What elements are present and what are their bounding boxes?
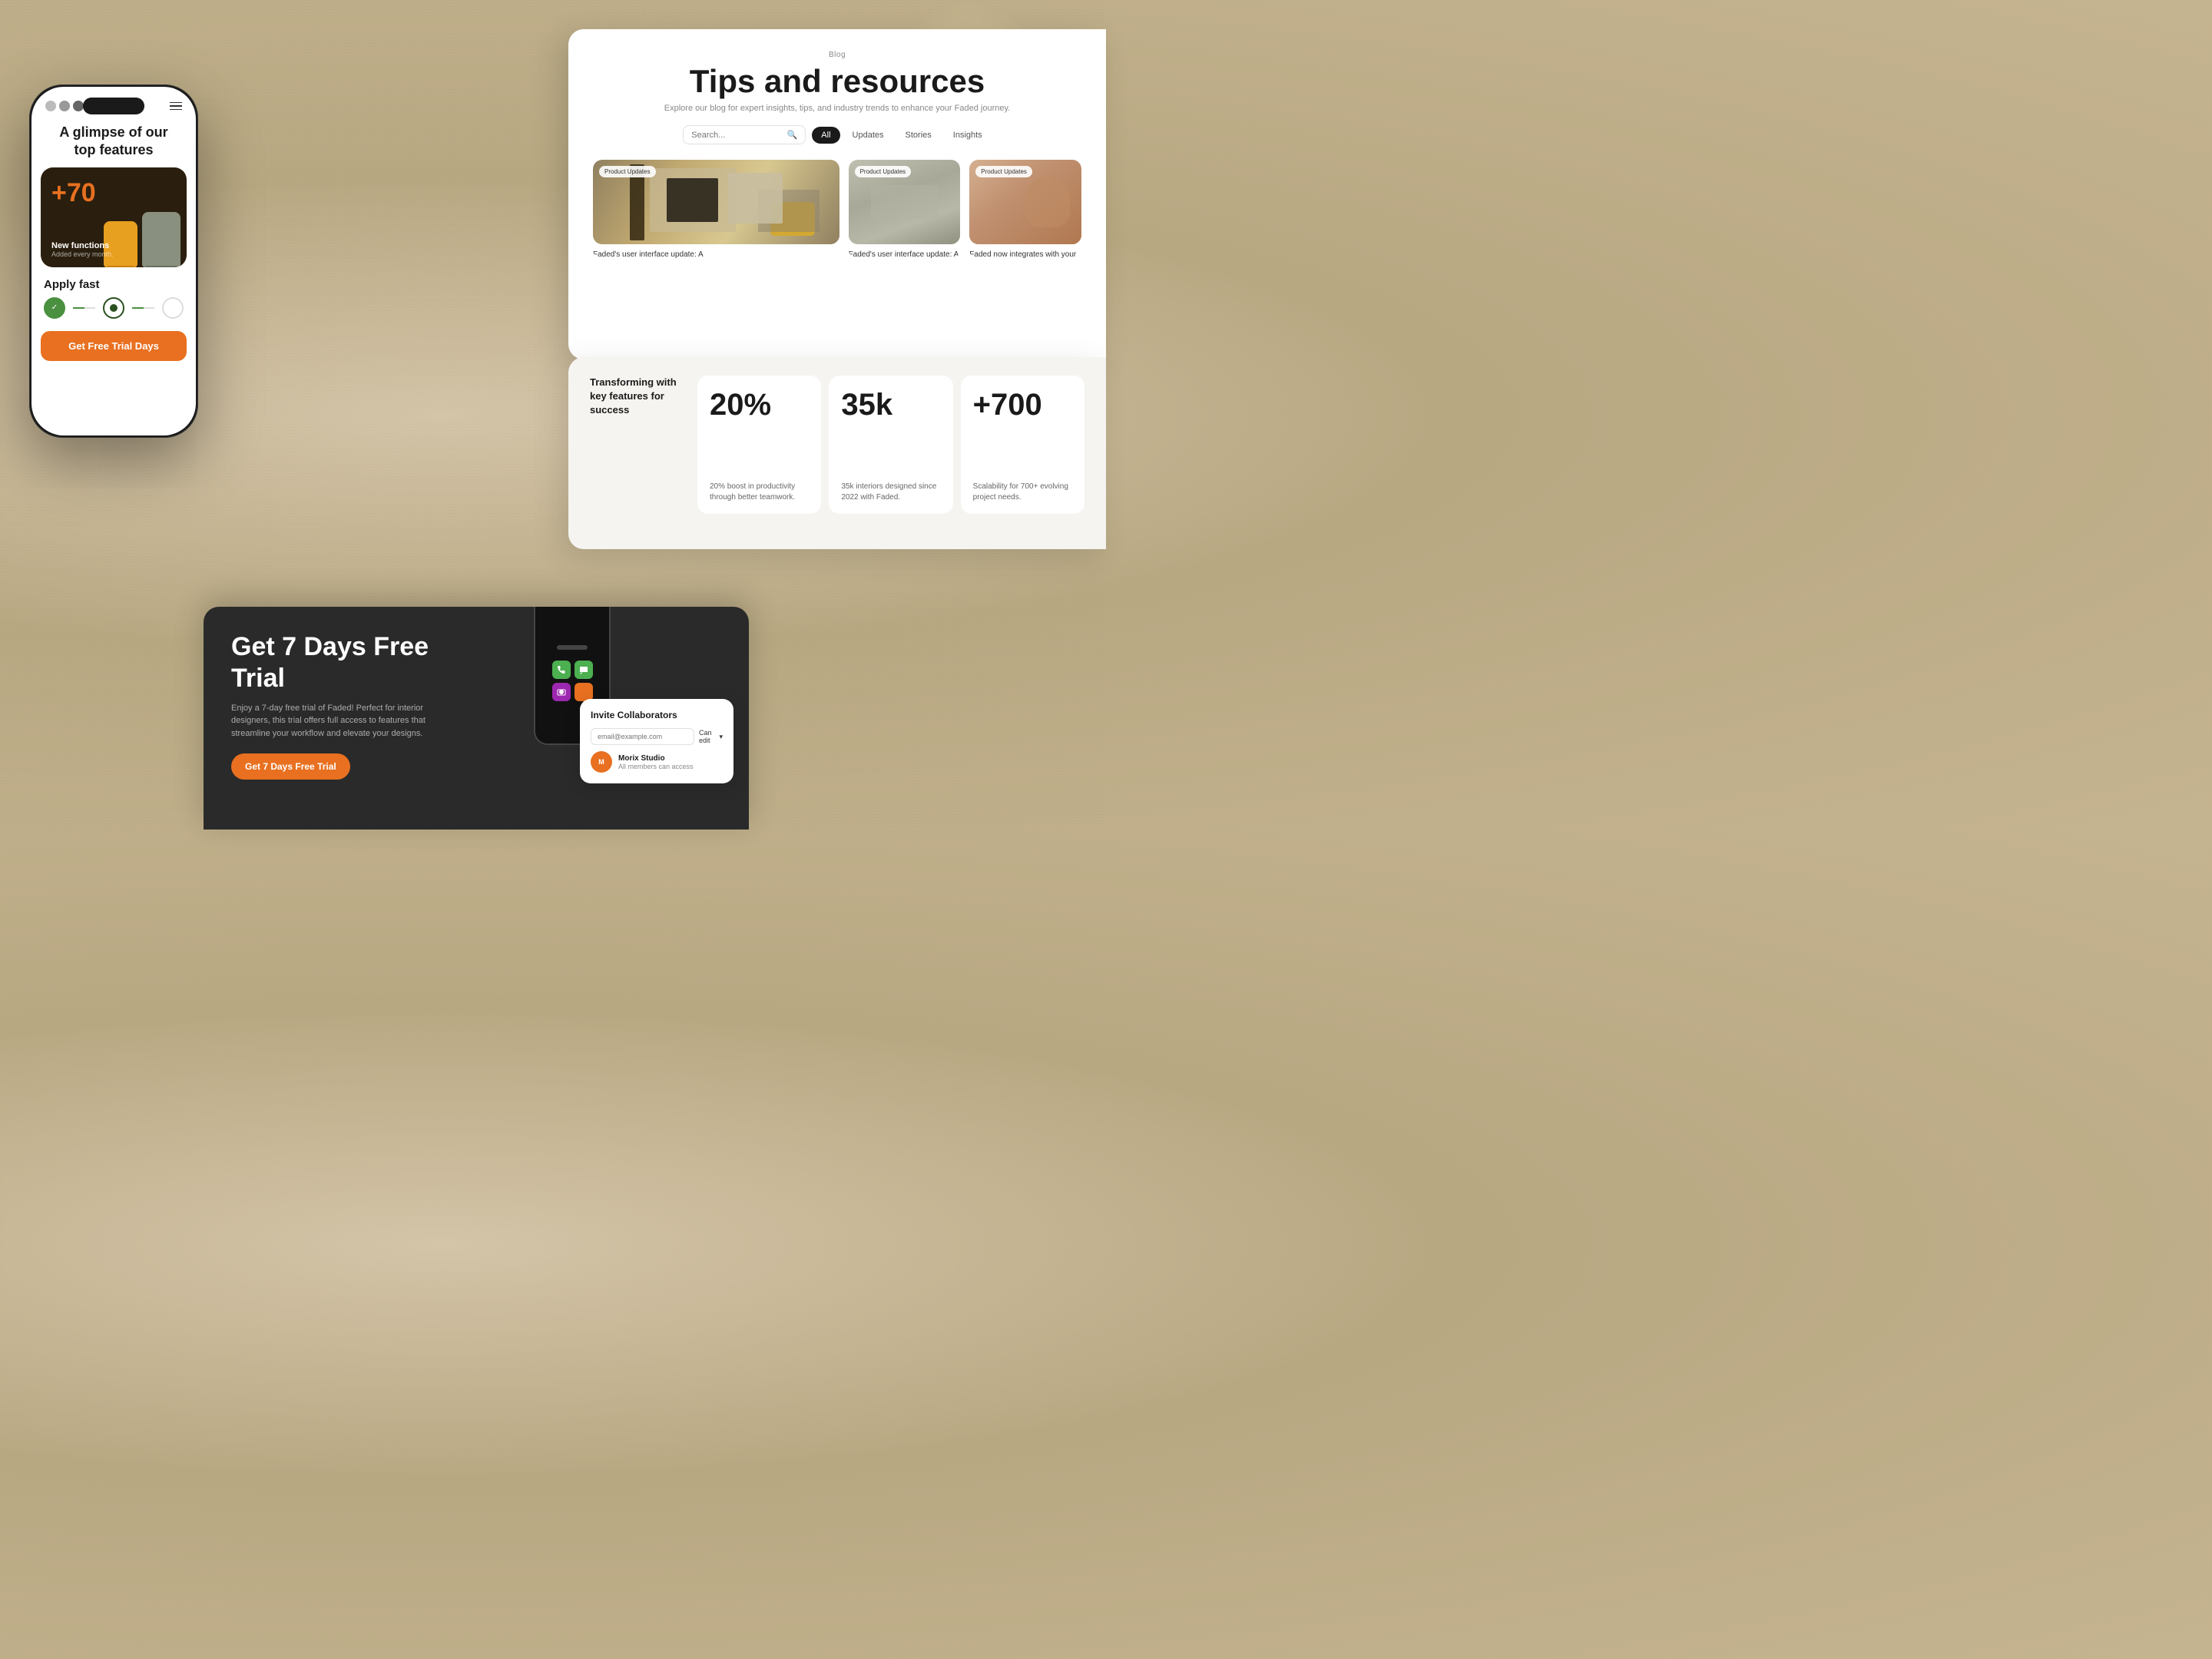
collab-user: M Morix Studio All members can access <box>591 751 723 773</box>
blog-cards: Product Updates Faded's user interface u… <box>593 160 1081 259</box>
toggle-line-2 <box>132 307 154 309</box>
stat-value-1: 20% <box>710 389 809 420</box>
card-label-sub: Added every month. <box>51 250 114 258</box>
stat-card-1: 20% 20% boost in productivity through be… <box>697 376 821 514</box>
cta-title: Get 7 Days Free Trial <box>231 631 477 694</box>
phone-stat: +70 <box>51 178 176 208</box>
stat-prefix: + <box>51 178 67 207</box>
blog-card-1[interactable]: Product Updates Faded's user interface u… <box>593 160 839 259</box>
blog-card-3[interactable]: Product Updates Faded now integrates wit… <box>969 160 1081 259</box>
hamburger-icon[interactable] <box>170 102 182 111</box>
search-icon: 🔍 <box>787 130 798 140</box>
phone-screen: A glimpse of our top features +70 New fu… <box>31 87 196 435</box>
stats-panel: Transforming with key features for succe… <box>568 357 1106 549</box>
app-icon-phone <box>552 661 571 679</box>
stat-desc-3: Scalability for 700+ evolving project ne… <box>973 482 1072 503</box>
apply-fast-title: Apply fast <box>31 267 196 297</box>
collab-permission: Can edit ▾ <box>699 729 723 744</box>
blog-card-2[interactable]: Product Updates Faded's user interface u… <box>849 160 961 259</box>
stat-value: 70 <box>67 178 96 207</box>
blog-card-desc-2: Faded's user interface update: A <box>849 244 961 259</box>
app-icon-messages <box>575 661 593 679</box>
search-box[interactable]: 🔍 <box>683 125 806 144</box>
cta-phone-notch <box>557 645 588 650</box>
stat-desc-2: 35k interiors designed since 2022 with F… <box>841 482 940 503</box>
dot-1 <box>45 101 56 111</box>
collab-title: Invite Collaborators <box>591 710 723 720</box>
cta-panel: Get 7 Days Free Trial Enjoy a 7-day free… <box>204 607 749 830</box>
collab-user-sub: All members can access <box>618 763 694 770</box>
app-icon-camera <box>552 683 571 701</box>
blog-card-badge-1: Product Updates <box>599 166 656 177</box>
blog-section-label: Blog <box>593 51 1081 59</box>
stats-left-label: Transforming with key features for succe… <box>590 376 682 418</box>
phone-frame: A glimpse of our top features +70 New fu… <box>29 84 198 438</box>
search-input[interactable] <box>691 131 782 140</box>
app-icons <box>541 661 603 701</box>
permission-label: Can edit <box>699 729 717 744</box>
stat-value-3: +700 <box>973 389 1072 420</box>
blog-card-desc-3: Faded now integrates with your <box>969 244 1081 259</box>
filter-tab-stories[interactable]: Stories <box>896 127 941 144</box>
chairs-illustration <box>104 212 187 267</box>
chevron-down-icon: ▾ <box>719 733 723 741</box>
blog-card-desc-1: Faded's user interface update: A <box>593 244 839 259</box>
avatar: M <box>591 751 612 773</box>
phone-mockup: A glimpse of our top features +70 New fu… <box>29 84 198 438</box>
blog-title: Tips and resources <box>593 64 1081 99</box>
card-label-title: New functions <box>51 241 114 250</box>
blog-card-badge-3: Product Updates <box>975 166 1032 177</box>
chair-gray <box>142 212 180 267</box>
dot-3 <box>73 101 84 111</box>
blog-card-badge-2: Product Updates <box>855 166 912 177</box>
stats-cards: 20% 20% boost in productivity through be… <box>697 376 1084 514</box>
toggle-line <box>73 307 95 309</box>
dot-2 <box>59 101 70 111</box>
toggle-check: ✓ <box>44 297 65 319</box>
toggle-inactive[interactable] <box>162 297 184 319</box>
card-label: New functions Added every month. <box>51 241 114 258</box>
phone-feature-heading: A glimpse of our top features <box>31 111 196 167</box>
blog-panel: Blog Tips and resources Explore our blog… <box>568 29 1106 359</box>
collaborators-card: Invite Collaborators Can edit ▾ M Morix … <box>580 699 733 783</box>
collab-user-info: Morix Studio All members can access <box>618 754 694 770</box>
phone-cta-button[interactable]: Get Free Trial Days <box>41 331 187 361</box>
cta-subtitle: Enjoy a 7-day free trial of Faded! Perfe… <box>231 702 446 740</box>
cta-button[interactable]: Get 7 Days Free Trial <box>231 753 350 780</box>
stat-card-3: +700 Scalability for 700+ evolving proje… <box>961 376 1084 514</box>
phone-toggles: ✓ <box>31 297 196 319</box>
collab-email-row: Can edit ▾ <box>591 728 723 745</box>
app-icon-orange <box>575 683 593 701</box>
filter-tab-updates[interactable]: Updates <box>843 127 893 144</box>
search-row: 🔍 All Updates Stories Insights <box>593 125 1081 144</box>
stat-desc-1: 20% boost in productivity through better… <box>710 482 809 503</box>
toggle-active[interactable] <box>103 297 124 319</box>
filter-tab-insights[interactable]: Insights <box>944 127 992 144</box>
filter-tabs: All Updates Stories Insights <box>812 127 991 144</box>
stat-value-2: 35k <box>841 389 940 420</box>
phone-notch <box>83 98 144 114</box>
collab-user-name: Morix Studio <box>618 754 694 763</box>
blog-subtitle: Explore our blog for expert insights, ti… <box>593 104 1081 113</box>
collab-email-input[interactable] <box>591 728 694 745</box>
phone-feature-card: +70 New functions Added every month. <box>41 167 187 267</box>
filter-tab-all[interactable]: All <box>812 127 839 144</box>
stat-card-2: 35k 35k interiors designed since 2022 wi… <box>829 376 952 514</box>
